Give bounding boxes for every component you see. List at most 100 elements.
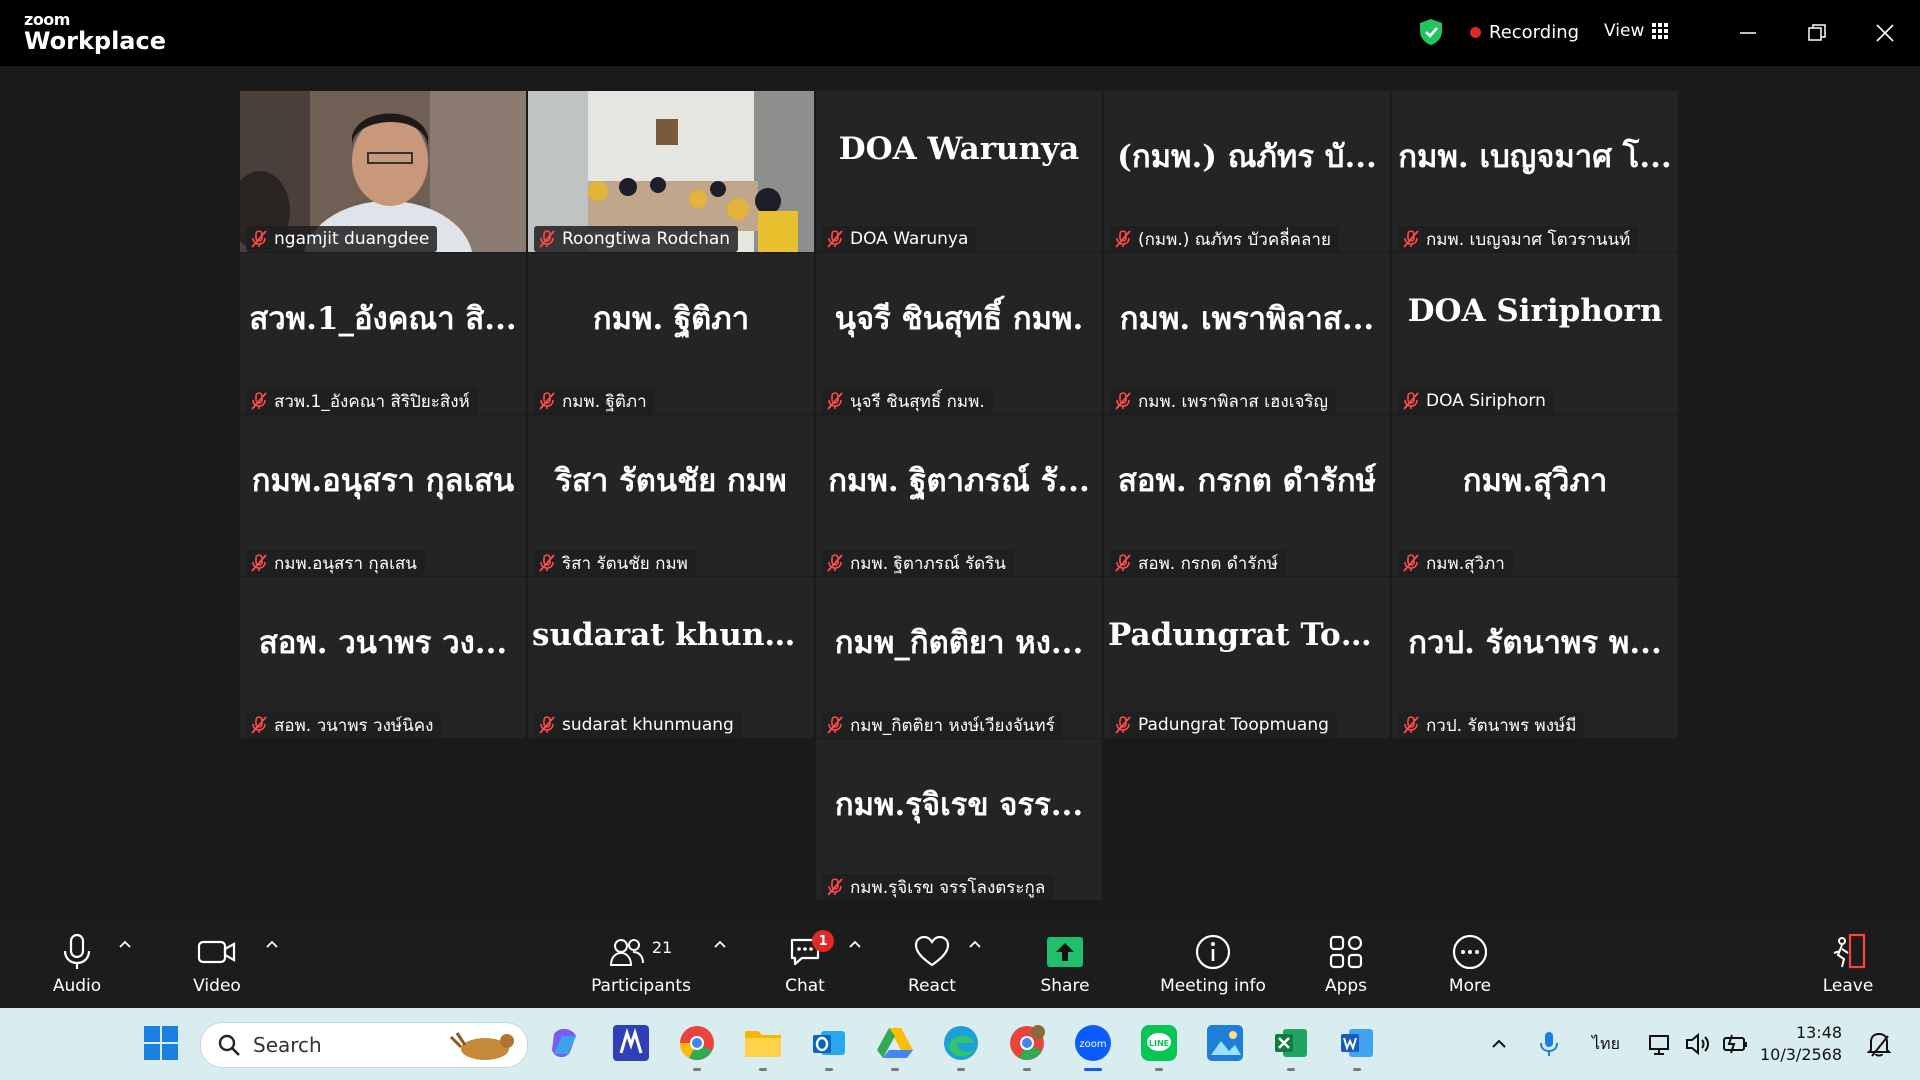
taskbar-excel[interactable] (1271, 1023, 1311, 1071)
battery-button[interactable] (1722, 1008, 1750, 1080)
restore-button[interactable] (1802, 18, 1832, 48)
taskbar-zoom[interactable]: zoom (1073, 1023, 1113, 1071)
view-button[interactable]: View (1604, 21, 1669, 41)
volume-button[interactable] (1685, 1008, 1711, 1080)
microphone-tray-button[interactable] (1539, 1008, 1559, 1080)
participant-name: กวป. รัตนาพร พงษ์มี (1426, 715, 1577, 736)
participant-name: กมพ.รุจิเรข จรรโลงตระกูล (850, 877, 1046, 898)
network-button[interactable] (1648, 1008, 1674, 1080)
video-button[interactable]: Video (182, 932, 252, 996)
svg-text:zoom: zoom (1079, 1039, 1106, 1050)
taskbar-line[interactable]: LINE (1139, 1023, 1179, 1071)
participant-tile[interactable]: DOA Siriphorn DOA Siriphorn (1392, 253, 1678, 414)
chat-button[interactable]: Chat 1 (775, 930, 835, 996)
taskbar-word[interactable] (1337, 1023, 1377, 1071)
close-button[interactable] (1870, 18, 1900, 48)
input-language-label: ไทย (1592, 1033, 1620, 1053)
meeting-info-button[interactable]: Meeting info (1155, 932, 1271, 996)
react-options-chevron-up-icon[interactable] (968, 938, 982, 952)
participant-name: ngamjit duangdee (274, 229, 430, 249)
taskbar-search[interactable]: Search (200, 1022, 528, 1068)
muted-microphone-icon (1403, 716, 1419, 734)
participants-options-chevron-up-icon[interactable] (713, 938, 727, 952)
participant-tile[interactable]: sudarat khunm... sudarat khunmuang (528, 577, 814, 738)
participant-name-label: Padungrat Toopmuang (1110, 712, 1337, 738)
participant-tile[interactable]: Roongtiwa Rodchan (528, 91, 814, 252)
participant-tile[interactable]: กมพ.อนุสรา กุลเสน กมพ.อนุสรา กุลเสน (240, 415, 526, 576)
participant-name-label: สอพ. กรกต ดำรักษ์ (1110, 550, 1286, 576)
participant-name-label: ริสา รัตนชัย กมพ (534, 550, 696, 576)
participant-tile[interactable]: สอพ. วนาพร วง... สอพ. วนาพร วงษ์นิคง (240, 577, 526, 738)
participant-name: กมพ. เบญจมาศ โตวรานนท์ (1426, 229, 1631, 250)
taskbar-copilot[interactable] (545, 1023, 585, 1063)
participant-name-label: (กมพ.) ณภัทร บัวคลี่คลาย (1110, 226, 1339, 252)
participant-name: กมพ. ฐิติภา (562, 391, 647, 412)
participant-tile[interactable]: DOA Warunya DOA Warunya (816, 91, 1102, 252)
copilot-icon (552, 1028, 576, 1058)
input-language-button[interactable]: ไทย (1592, 1008, 1620, 1080)
participant-tile[interactable]: ngamjit duangdee (240, 91, 526, 252)
word-icon (1341, 1029, 1373, 1057)
taskbar-outlook[interactable] (809, 1023, 849, 1071)
windows-start-icon (144, 1026, 178, 1060)
share-button[interactable]: Share (1035, 932, 1095, 996)
participant-tile[interactable]: กมพ. ฐิตาภรณ์ รั... กมพ. ฐิตาภรณ์ รัดริน (816, 415, 1102, 576)
participant-tile[interactable]: ริสา รัตนชัย กมพ ริสา รัตนชัย กมพ (528, 415, 814, 576)
participant-name: กมพ.สุวิภา (1426, 553, 1505, 574)
taskbar-app-m[interactable] (611, 1023, 651, 1063)
leave-button[interactable]: Leave (1818, 932, 1878, 996)
taskbar-clock[interactable]: 13:48 10/3/2568 (1760, 1022, 1842, 1066)
taskbar-edge[interactable] (941, 1023, 981, 1071)
audio-button[interactable]: Audio (42, 932, 112, 996)
participant-name-label: สวพ.1_อังคณา สิริปิยะสิงห์ (246, 388, 478, 414)
participant-tile[interactable]: กมพ_กิตติยา หง... กมพ_กิตติยา หงษ์เวียงจั… (816, 577, 1102, 738)
participant-tile[interactable]: กวป. รัตนาพร พ... กวป. รัตนาพร พงษ์มี (1392, 577, 1678, 738)
show-hidden-icons-button[interactable] (1490, 1008, 1508, 1080)
audio-label: Audio (52, 976, 102, 996)
participant-tile[interactable]: สวพ.1_อังคณา สิ... สวพ.1_อังคณา สิริปิยะส… (240, 253, 526, 414)
taskbar-chrome[interactable] (677, 1023, 717, 1071)
participant-display-name: กมพ. ฐิตาภรณ์ รั... (828, 463, 1090, 499)
taskbar-chrome-profile[interactable] (1007, 1023, 1047, 1071)
more-button[interactable]: More (1440, 932, 1500, 996)
participant-tile[interactable]: กมพ. เบญจมาศ โ... กมพ. เบญจมาศ โตวรานนท์ (1392, 91, 1678, 252)
zoom-app-icon: zoom (1075, 1025, 1111, 1061)
chat-label: Chat (785, 976, 825, 996)
participant-tile[interactable]: Padungrat Toop... Padungrat Toopmuang (1104, 577, 1390, 738)
participant-tile[interactable]: กมพ. เพราพิลาส... กมพ. เพราพิลาส เฮงเจริญ (1104, 253, 1390, 414)
audio-options-chevron-up-icon[interactable] (118, 938, 132, 952)
muted-microphone-icon (827, 392, 843, 410)
participant-tile[interactable]: กมพ.สุวิภา กมพ.สุวิภา (1392, 415, 1678, 576)
muted-microphone-icon (1403, 230, 1419, 248)
participant-name-label: กมพ. ฐิติภา (534, 388, 655, 414)
participants-button[interactable]: 21 Participants (586, 932, 696, 997)
minimize-icon (1740, 32, 1756, 34)
participant-tile[interactable]: นุจรี ชินสุทธิ์ กมพ. นุจรี ชินสุทธิ์ กมพ. (816, 253, 1102, 414)
participant-display-name: (กมพ.) ณภัทร บั... (1117, 139, 1377, 175)
participant-tile[interactable]: (กมพ.) ณภัทร บั... (กมพ.) ณภัทร บัวคลี่คล… (1104, 91, 1390, 252)
taskbar-file-explorer[interactable] (743, 1023, 783, 1071)
recording-dot (1470, 27, 1481, 38)
start-button[interactable] (141, 1023, 181, 1063)
taskbar-photos[interactable] (1205, 1023, 1245, 1063)
react-button[interactable]: React (902, 932, 962, 996)
participant-tile[interactable]: กมพ. ฐิติภา กมพ. ฐิติภา (528, 253, 814, 414)
shield-icon[interactable] (1418, 18, 1444, 46)
muted-microphone-icon (251, 716, 267, 734)
participant-tile[interactable]: สอพ. กรกต ดำรักษ์ สอพ. กรกต ดำรักษ์ (1104, 415, 1390, 576)
video-options-chevron-up-icon[interactable] (265, 938, 279, 952)
minimize-button[interactable] (1733, 18, 1763, 48)
line-icon: LINE (1141, 1025, 1177, 1061)
notifications-button[interactable] (1866, 1008, 1892, 1080)
participant-name-label: กมพ_กิตติยา หงษ์เวียงจันทร์ (822, 712, 1063, 738)
chat-options-chevron-up-icon[interactable] (848, 938, 862, 952)
participant-display-name: กมพ.อนุสรา กุลเสน (251, 463, 515, 499)
taskbar-google-drive[interactable] (875, 1023, 915, 1071)
participant-tile[interactable]: กมพ.รุจิเรข จรร... กมพ.รุจิเรข จรรโลงตระก… (816, 739, 1102, 900)
muted-microphone-icon (251, 230, 267, 248)
muted-microphone-icon (827, 554, 843, 572)
recording-indicator[interactable]: Recording (1470, 22, 1579, 43)
muted-microphone-icon (1403, 554, 1419, 572)
apps-button[interactable]: Apps (1318, 932, 1374, 996)
participant-display-name: สอพ. กรกต ดำรักษ์ (1117, 463, 1377, 499)
